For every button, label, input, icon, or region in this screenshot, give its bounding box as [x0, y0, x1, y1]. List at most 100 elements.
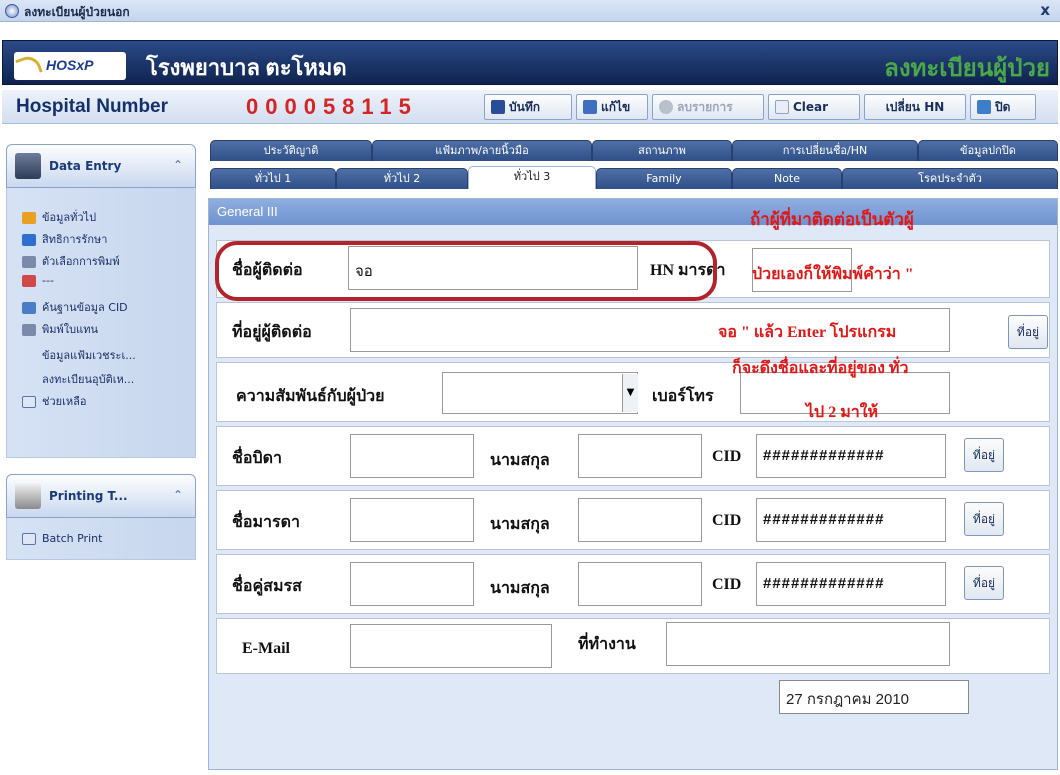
tab-family[interactable]: Family — [596, 168, 732, 189]
sidebar-item-accident-register[interactable]: ลงทะเบียนอุบัติเห... — [42, 370, 134, 388]
sidebar-item-help[interactable]: ช่วยเหลือ — [22, 392, 86, 410]
spouse-surname-label: นามสกุล — [490, 580, 550, 597]
panel-header: General III — [209, 199, 1057, 225]
father-name-label: ชื่อบิดา — [232, 450, 282, 467]
contact-address-button[interactable]: ที่อยู่ — [1008, 315, 1048, 349]
tab-general-3[interactable]: ทั่วไป 3 — [468, 166, 596, 189]
chevron-up-icon[interactable]: ⌃ — [173, 488, 183, 502]
hospital-name: โรงพยาบาล ตะโหมด — [146, 55, 347, 80]
sidebar-item-search-cid[interactable]: ค้นฐานข้อมูล CID — [22, 298, 128, 316]
tab-status[interactable]: สถานภาพ — [592, 140, 732, 161]
sidebar-group-data-entry[interactable]: Data Entry ⌃ — [6, 144, 196, 188]
annotation-line-2: ป่วยเองก็ให้พิมพ์คำว่า " — [752, 266, 914, 283]
hosxp-logo: HOSxP — [14, 52, 126, 80]
logo-swoosh-icon — [15, 52, 43, 80]
spouse-surname-input[interactable] — [578, 562, 702, 606]
annotation-line-3: จอ " แล้ว Enter โปรแกรม — [718, 324, 897, 341]
annotation-line-1: ถ้าผู้ที่มาติดต่อเป็นตัวผู้ — [750, 210, 914, 229]
sidebar-item-batch-print[interactable]: Batch Print — [22, 532, 102, 545]
contact-address-label: ที่อยู่ผู้ติดต่อ — [232, 324, 312, 341]
change-hn-button[interactable]: เปลี่ยน HN — [864, 94, 966, 120]
chevron-up-icon[interactable]: ⌃ — [173, 158, 183, 172]
sidebar-item-label: ข้อมูลทั่วไป — [42, 211, 97, 224]
exit-icon — [977, 100, 991, 114]
father-address-button[interactable]: ที่อยู่ — [964, 438, 1004, 472]
save-button[interactable]: บันทึก — [484, 94, 572, 120]
help-icon — [22, 396, 36, 408]
delete-button[interactable]: ลบรายการ — [652, 94, 764, 120]
print-icon — [22, 324, 36, 336]
mother-name-input[interactable] — [350, 498, 474, 542]
window-title: ลงทะเบียนผู้ป่วยนอก — [24, 5, 130, 19]
highlight-ring — [215, 241, 717, 301]
logo-text: HOSxP — [46, 57, 94, 73]
clear-label: Clear — [793, 100, 829, 114]
sidebar-item-label: ตัวเลือกการพิมพ์ — [42, 255, 120, 268]
tab-general-1[interactable]: ทั่วไป 1 — [210, 168, 336, 189]
close-icon[interactable]: x — [1040, 1, 1050, 19]
tab-note[interactable]: Note — [732, 168, 842, 189]
printer-icon — [15, 483, 41, 509]
tab-general-2[interactable]: ทั่วไป 2 — [336, 168, 468, 189]
sidebar-item-label: --- — [42, 274, 54, 287]
workplace-label: ที่ทำงาน — [578, 636, 636, 653]
sidebar-item-reprint[interactable]: พิมพ์ใบแทน — [22, 320, 98, 338]
users-icon — [22, 275, 36, 287]
sidebar-item-separator[interactable]: --- — [22, 274, 54, 287]
annotation-line-5: ไป 2 มาให้ — [806, 404, 879, 421]
hn-value: 000058115 — [246, 94, 418, 119]
info-icon — [22, 212, 36, 224]
email-input[interactable] — [350, 624, 552, 668]
group-title: Printing T... — [49, 489, 128, 503]
spouse-name-input[interactable] — [350, 562, 474, 606]
sidebar-item-label: ค้นฐานข้อมูล CID — [42, 301, 128, 314]
mother-surname-label: นามสกุล — [490, 516, 550, 533]
exit-label: ปิด — [995, 99, 1011, 114]
clear-icon — [775, 100, 789, 114]
sidebar-group-printing[interactable]: Printing T... ⌃ — [6, 474, 196, 518]
dropdown-arrow-icon[interactable]: ▼ — [622, 374, 638, 412]
mother-address-button[interactable]: ที่อยู่ — [964, 502, 1004, 536]
mother-surname-input[interactable] — [578, 498, 702, 542]
print-options-icon — [22, 256, 36, 268]
mother-cid-input[interactable]: ############# — [756, 498, 946, 542]
mother-cid-label: CID — [712, 512, 742, 529]
window-titlebar: ลงทะเบียนผู้ป่วยนอก x — [0, 0, 1060, 22]
spouse-name-label: ชื่อคู่สมรส — [232, 578, 302, 595]
search-db-icon — [22, 302, 36, 314]
sidebar-item-label: พิมพ์ใบแทน — [42, 323, 98, 336]
edit-button[interactable]: แก้ไข — [576, 94, 648, 120]
tab-name-hn-change[interactable]: การเปลี่ยนชื่อ/HN — [732, 140, 918, 161]
exit-button[interactable]: ปิด — [970, 94, 1036, 120]
registration-date: 27 กรกฎาคม 2010 — [779, 680, 969, 714]
spouse-cid-input[interactable]: ############# — [756, 562, 946, 606]
email-label: E-Mail — [242, 640, 290, 657]
group-title: Data Entry — [49, 159, 122, 173]
batch-print-icon — [22, 533, 36, 545]
mother-name-label: ชื่อมารดา — [232, 514, 300, 531]
sidebar-item-label: ลงทะเบียนอุบัติเห... — [42, 373, 135, 386]
tab-confidential[interactable]: ข้อมูลปกปิด — [918, 140, 1058, 161]
sidebar-item-rights[interactable]: สิทธิการรักษา — [22, 230, 107, 248]
father-surname-label: นามสกุล — [490, 452, 550, 469]
annotation-line-4: ก็จะดึงชื่อและที่อยู่ของ ทั่ว — [732, 360, 909, 377]
father-cid-input[interactable]: ############# — [756, 434, 946, 478]
sidebar-item-print-options[interactable]: ตัวเลือกการพิมพ์ — [22, 252, 120, 270]
spouse-address-button[interactable]: ที่อยู่ — [964, 566, 1004, 600]
save-icon — [491, 100, 505, 114]
workplace-input[interactable] — [666, 622, 950, 666]
app-icon — [5, 4, 19, 18]
sidebar-item-label: ข้อมูลแฟ้มเวชระเ... — [42, 349, 136, 362]
tab-relative-history[interactable]: ประวัติญาติ — [210, 140, 372, 161]
clear-button[interactable]: Clear — [768, 94, 860, 120]
save-label: บันทึก — [509, 99, 540, 114]
edit-label: แก้ไข — [601, 99, 631, 114]
father-name-input[interactable] — [350, 434, 474, 478]
father-surname-input[interactable] — [578, 434, 702, 478]
relation-select[interactable] — [442, 372, 638, 414]
sidebar-item-medical-record[interactable]: ข้อมูลแฟ้มเวชระเ... — [42, 346, 136, 364]
data-entry-icon — [15, 153, 41, 179]
tab-photo-fingerprint[interactable]: แฟ้มภาพ/ลายนิ้วมือ — [372, 140, 592, 161]
sidebar-item-general[interactable]: ข้อมูลทั่วไป — [22, 208, 96, 226]
tab-chronic-disease[interactable]: โรคประจำตัว — [842, 168, 1058, 189]
